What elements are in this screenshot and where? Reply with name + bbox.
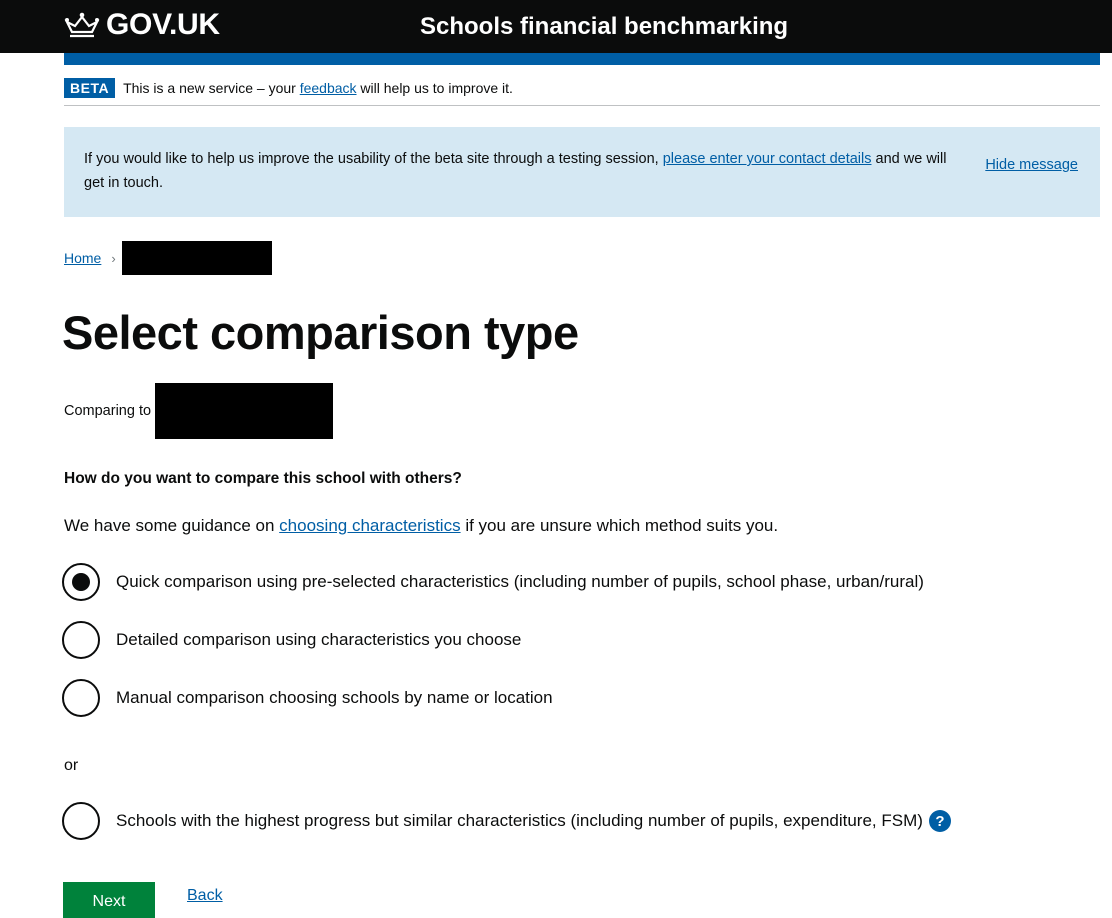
page-title: Select comparison type [62, 306, 579, 359]
logo-text: GOV.UK [106, 8, 220, 41]
breadcrumb-home[interactable]: Home [64, 250, 101, 266]
contact-details-link[interactable]: please enter your contact details [663, 151, 872, 167]
radio-manual-comparison[interactable]: Manual comparison choosing schools by na… [62, 679, 553, 717]
radio-detailed-comparison[interactable]: Detailed comparison using characteristic… [62, 621, 521, 659]
info-message: If you would like to help us improve the… [84, 147, 954, 195]
beta-tag: BETA [64, 78, 116, 98]
radio-selected-dot [72, 573, 90, 591]
breadcrumb: Home › [64, 241, 272, 275]
feedback-link[interactable]: feedback [300, 80, 357, 96]
help-icon[interactable]: ? [928, 810, 951, 832]
beta-text-before: This is a new service – your [123, 80, 296, 96]
radio-button[interactable] [62, 679, 100, 717]
radio-label[interactable]: Manual comparison choosing schools by na… [116, 688, 553, 708]
radio-quick-comparison[interactable]: Quick comparison using pre-selected char… [62, 563, 924, 601]
divider [64, 105, 1100, 106]
radio-label[interactable]: Schools with the highest progress but si… [116, 811, 923, 831]
beta-banner: BETA This is a new service – your feedba… [64, 78, 513, 98]
guidance-before: We have some guidance on [64, 516, 275, 535]
breadcrumb-separator: › [111, 250, 116, 266]
guidance-after: if you are unsure which method suits you… [465, 516, 779, 535]
choosing-characteristics-link[interactable]: choosing characteristics [279, 516, 460, 535]
comparing-to: Comparing to [64, 383, 334, 439]
service-name[interactable]: Schools financial benchmarking [420, 13, 788, 41]
usability-testing-banner: If you would like to help us improve the… [64, 127, 1100, 217]
header-underline [64, 53, 1100, 65]
radio-label[interactable]: Quick comparison using pre-selected char… [116, 572, 924, 592]
back-link[interactable]: Back [187, 887, 223, 905]
guidance-text: We have some guidance on choosing charac… [64, 516, 778, 536]
radio-button[interactable] [62, 802, 100, 840]
comparing-label: Comparing to [64, 403, 152, 419]
next-button[interactable]: Next [63, 882, 155, 918]
or-separator: or [64, 757, 79, 774]
radio-button[interactable] [62, 563, 100, 601]
beta-text: This is a new service – your feedback wi… [123, 80, 513, 96]
comparison-question: How do you want to compare this school w… [64, 470, 462, 487]
radio-label[interactable]: Detailed comparison using characteristic… [116, 630, 521, 650]
breadcrumb-current-redacted[interactable] [121, 241, 272, 275]
hide-message-link[interactable]: Hide message [985, 157, 1078, 173]
govuk-logo[interactable]: GOV.UK [64, 8, 220, 42]
crown-icon [64, 10, 100, 40]
beta-text-after: will help us to improve it. [360, 80, 513, 96]
radio-highest-progress[interactable]: Schools with the highest progress but si… [62, 802, 951, 840]
school-name-redacted [155, 383, 334, 439]
header-bar: GOV.UK Schools financial benchmarking [0, 0, 1112, 53]
info-text-before: If you would like to help us improve the… [84, 151, 659, 167]
radio-button[interactable] [62, 621, 100, 659]
